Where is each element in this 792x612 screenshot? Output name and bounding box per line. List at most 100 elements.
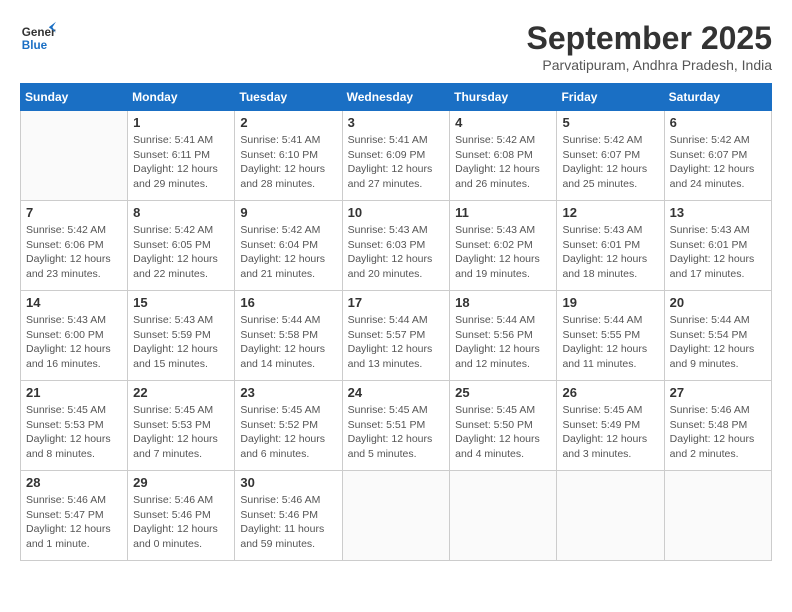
calendar-header-row: SundayMondayTuesdayWednesdayThursdayFrid… [21, 84, 772, 111]
calendar-cell: 10 Sunrise: 5:43 AM Sunset: 6:03 PM Dayli… [342, 201, 450, 291]
day-info: Sunrise: 5:41 AM Sunset: 6:11 PM Dayligh… [133, 133, 229, 192]
day-number: 3 [348, 115, 445, 130]
day-number: 16 [240, 295, 336, 310]
day-number: 13 [670, 205, 766, 220]
column-header-tuesday: Tuesday [235, 84, 342, 111]
day-info: Sunrise: 5:44 AM Sunset: 5:54 PM Dayligh… [670, 313, 766, 372]
calendar-cell: 18 Sunrise: 5:44 AM Sunset: 5:56 PM Dayli… [450, 291, 557, 381]
logo: General Blue [20, 20, 56, 56]
day-number: 4 [455, 115, 551, 130]
day-info: Sunrise: 5:42 AM Sunset: 6:04 PM Dayligh… [240, 223, 336, 282]
calendar-cell: 20 Sunrise: 5:44 AM Sunset: 5:54 PM Dayli… [664, 291, 771, 381]
day-info: Sunrise: 5:45 AM Sunset: 5:53 PM Dayligh… [26, 403, 122, 462]
svg-text:Blue: Blue [22, 39, 48, 52]
day-info: Sunrise: 5:43 AM Sunset: 6:02 PM Dayligh… [455, 223, 551, 282]
calendar-cell: 25 Sunrise: 5:45 AM Sunset: 5:50 PM Dayli… [450, 381, 557, 471]
calendar-cell: 28Sunrise: 5:46 AM Sunset: 5:47 PM Dayli… [21, 471, 128, 561]
day-info: Sunrise: 5:46 AM Sunset: 5:46 PM Dayligh… [240, 493, 336, 552]
calendar-cell: 4 Sunrise: 5:42 AM Sunset: 6:08 PM Daylig… [450, 111, 557, 201]
day-number: 25 [455, 385, 551, 400]
calendar-cell: 26 Sunrise: 5:45 AM Sunset: 5:49 PM Dayli… [557, 381, 664, 471]
day-info: Sunrise: 5:46 AM Sunset: 5:48 PM Dayligh… [670, 403, 766, 462]
calendar-cell [664, 471, 771, 561]
day-number: 2 [240, 115, 336, 130]
day-info: Sunrise: 5:41 AM Sunset: 6:09 PM Dayligh… [348, 133, 445, 192]
day-info: Sunrise: 5:45 AM Sunset: 5:49 PM Dayligh… [562, 403, 658, 462]
day-info: Sunrise: 5:42 AM Sunset: 6:08 PM Dayligh… [455, 133, 551, 192]
calendar-cell: 30Sunrise: 5:46 AM Sunset: 5:46 PM Dayli… [235, 471, 342, 561]
calendar-cell: 11 Sunrise: 5:43 AM Sunset: 6:02 PM Dayli… [450, 201, 557, 291]
day-number: 24 [348, 385, 445, 400]
day-number: 14 [26, 295, 122, 310]
column-header-thursday: Thursday [450, 84, 557, 111]
day-number: 10 [348, 205, 445, 220]
day-info: Sunrise: 5:46 AM Sunset: 5:46 PM Dayligh… [133, 493, 229, 552]
day-number: 1 [133, 115, 229, 130]
day-number: 27 [670, 385, 766, 400]
day-info: Sunrise: 5:44 AM Sunset: 5:55 PM Dayligh… [562, 313, 658, 372]
calendar-cell: 8 Sunrise: 5:42 AM Sunset: 6:05 PM Daylig… [128, 201, 235, 291]
calendar-cell: 29Sunrise: 5:46 AM Sunset: 5:46 PM Dayli… [128, 471, 235, 561]
day-info: Sunrise: 5:43 AM Sunset: 5:59 PM Dayligh… [133, 313, 229, 372]
day-number: 7 [26, 205, 122, 220]
day-number: 5 [562, 115, 658, 130]
calendar-table: SundayMondayTuesdayWednesdayThursdayFrid… [20, 83, 772, 561]
calendar-cell [21, 111, 128, 201]
calendar-cell: 17 Sunrise: 5:44 AM Sunset: 5:57 PM Dayli… [342, 291, 450, 381]
day-number: 18 [455, 295, 551, 310]
calendar-cell: 6 Sunrise: 5:42 AM Sunset: 6:07 PM Daylig… [664, 111, 771, 201]
calendar-cell [557, 471, 664, 561]
week-row-5: 28Sunrise: 5:46 AM Sunset: 5:47 PM Dayli… [21, 471, 772, 561]
calendar-cell: 27 Sunrise: 5:46 AM Sunset: 5:48 PM Dayli… [664, 381, 771, 471]
calendar-cell: 13 Sunrise: 5:43 AM Sunset: 6:01 PM Dayli… [664, 201, 771, 291]
day-number: 8 [133, 205, 229, 220]
week-row-3: 14Sunrise: 5:43 AM Sunset: 6:00 PM Dayli… [21, 291, 772, 381]
calendar-cell: 3 Sunrise: 5:41 AM Sunset: 6:09 PM Daylig… [342, 111, 450, 201]
day-number: 6 [670, 115, 766, 130]
day-number: 15 [133, 295, 229, 310]
day-info: Sunrise: 5:42 AM Sunset: 6:07 PM Dayligh… [670, 133, 766, 192]
day-number: 21 [26, 385, 122, 400]
day-info: Sunrise: 5:45 AM Sunset: 5:53 PM Dayligh… [133, 403, 229, 462]
day-info: Sunrise: 5:44 AM Sunset: 5:56 PM Dayligh… [455, 313, 551, 372]
day-info: Sunrise: 5:43 AM Sunset: 6:01 PM Dayligh… [562, 223, 658, 282]
calendar-cell: 14Sunrise: 5:43 AM Sunset: 6:00 PM Dayli… [21, 291, 128, 381]
column-header-wednesday: Wednesday [342, 84, 450, 111]
week-row-2: 7 Sunrise: 5:42 AM Sunset: 6:06 PM Daylig… [21, 201, 772, 291]
calendar-cell: 23 Sunrise: 5:45 AM Sunset: 5:52 PM Dayli… [235, 381, 342, 471]
column-header-sunday: Sunday [21, 84, 128, 111]
day-info: Sunrise: 5:45 AM Sunset: 5:50 PM Dayligh… [455, 403, 551, 462]
day-info: Sunrise: 5:45 AM Sunset: 5:51 PM Dayligh… [348, 403, 445, 462]
day-number: 28 [26, 475, 122, 490]
calendar-cell: 9 Sunrise: 5:42 AM Sunset: 6:04 PM Daylig… [235, 201, 342, 291]
day-number: 9 [240, 205, 336, 220]
day-info: Sunrise: 5:43 AM Sunset: 6:01 PM Dayligh… [670, 223, 766, 282]
calendar-cell: 7 Sunrise: 5:42 AM Sunset: 6:06 PM Daylig… [21, 201, 128, 291]
column-header-friday: Friday [557, 84, 664, 111]
week-row-4: 21 Sunrise: 5:45 AM Sunset: 5:53 PM Dayli… [21, 381, 772, 471]
calendar-cell: 2 Sunrise: 5:41 AM Sunset: 6:10 PM Daylig… [235, 111, 342, 201]
calendar-cell: 22Sunrise: 5:45 AM Sunset: 5:53 PM Dayli… [128, 381, 235, 471]
day-info: Sunrise: 5:44 AM Sunset: 5:58 PM Dayligh… [240, 313, 336, 372]
day-number: 11 [455, 205, 551, 220]
calendar-cell: 21 Sunrise: 5:45 AM Sunset: 5:53 PM Dayli… [21, 381, 128, 471]
day-info: Sunrise: 5:43 AM Sunset: 6:03 PM Dayligh… [348, 223, 445, 282]
day-info: Sunrise: 5:42 AM Sunset: 6:07 PM Dayligh… [562, 133, 658, 192]
calendar-cell [342, 471, 450, 561]
day-info: Sunrise: 5:41 AM Sunset: 6:10 PM Dayligh… [240, 133, 336, 192]
calendar-cell: 19 Sunrise: 5:44 AM Sunset: 5:55 PM Dayli… [557, 291, 664, 381]
day-info: Sunrise: 5:44 AM Sunset: 5:57 PM Dayligh… [348, 313, 445, 372]
page-header: General Blue September 2025 Parvatipuram… [20, 20, 772, 73]
day-number: 23 [240, 385, 336, 400]
day-number: 19 [562, 295, 658, 310]
calendar-cell: 1 Sunrise: 5:41 AM Sunset: 6:11 PM Daylig… [128, 111, 235, 201]
day-number: 12 [562, 205, 658, 220]
calendar-cell: 16 Sunrise: 5:44 AM Sunset: 5:58 PM Dayli… [235, 291, 342, 381]
day-info: Sunrise: 5:42 AM Sunset: 6:05 PM Dayligh… [133, 223, 229, 282]
day-info: Sunrise: 5:45 AM Sunset: 5:52 PM Dayligh… [240, 403, 336, 462]
day-number: 26 [562, 385, 658, 400]
day-number: 20 [670, 295, 766, 310]
day-number: 17 [348, 295, 445, 310]
day-info: Sunrise: 5:42 AM Sunset: 6:06 PM Dayligh… [26, 223, 122, 282]
week-row-1: 1 Sunrise: 5:41 AM Sunset: 6:11 PM Daylig… [21, 111, 772, 201]
